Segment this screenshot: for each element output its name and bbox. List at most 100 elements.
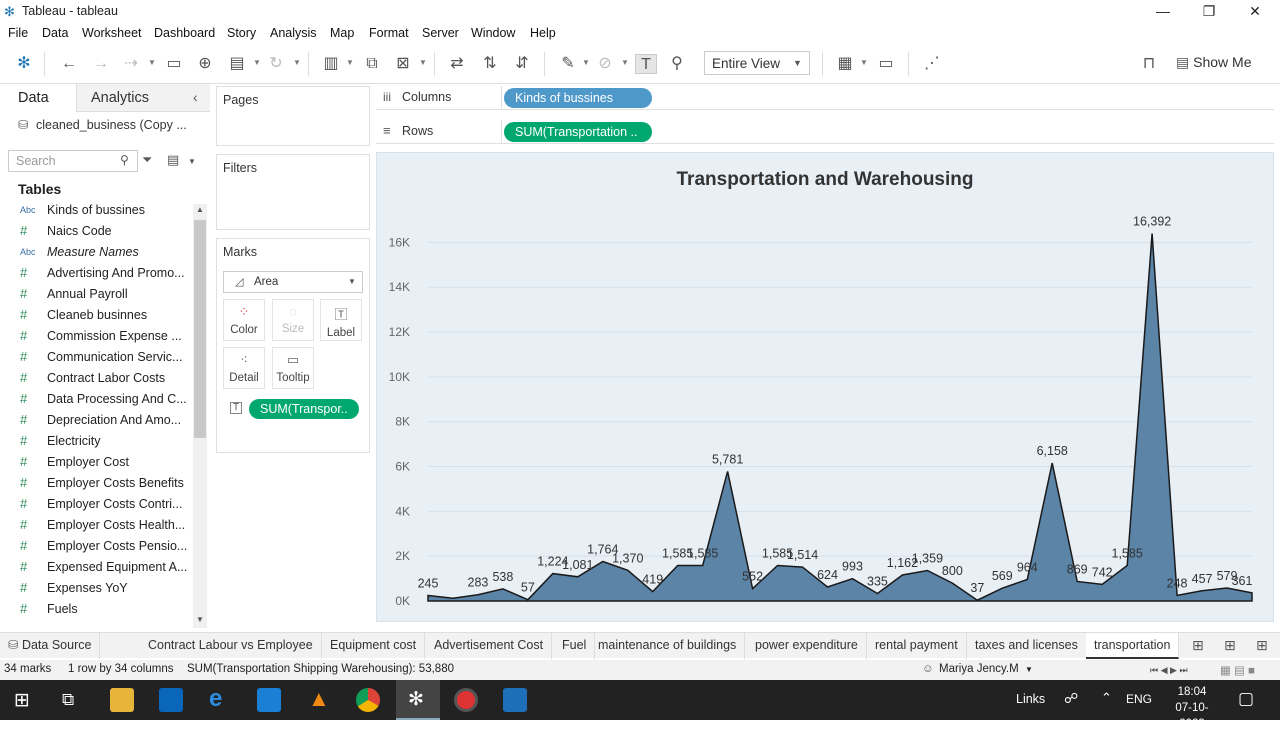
replay-icon[interactable]: ⇢: [120, 54, 142, 74]
size-button[interactable]: ◌Size: [272, 299, 314, 341]
new-worksheet-icon[interactable]: ▥: [320, 54, 342, 74]
chevron-down-icon[interactable]: ▼: [188, 157, 196, 166]
first-sheet-icon[interactable]: ⏮ ◀ ▶ ⏭: [1150, 665, 1188, 676]
show-cards-icon[interactable]: ▦: [834, 54, 856, 74]
show-labels-icon[interactable]: T: [635, 54, 657, 74]
tab-analytics[interactable]: Analytics ‹: [76, 84, 210, 112]
field-item[interactable]: #Naics Code: [20, 222, 190, 243]
color-button[interactable]: ⁘Color: [223, 299, 265, 341]
fix-axes-icon[interactable]: ⚲: [666, 54, 688, 74]
mark-type-dropdown[interactable]: ◿ Area ▼: [223, 271, 363, 293]
field-item[interactable]: #Fuels: [20, 600, 190, 621]
area-chart[interactable]: Transportation and Warehousing 0K2K4K6K8…: [376, 152, 1274, 622]
marks-pill-sum[interactable]: SUM(Transpor..: [249, 399, 359, 419]
tab-data[interactable]: Data: [0, 84, 76, 112]
new-worksheet-tab-icon[interactable]: ⊞: [1192, 637, 1204, 654]
view-size-dropdown[interactable]: Entire View ▼: [704, 51, 810, 75]
menu-worksheet[interactable]: Worksheet: [82, 26, 142, 40]
redo-icon[interactable]: →: [90, 54, 112, 74]
language-indicator[interactable]: ENG: [1126, 692, 1152, 706]
filter-icon[interactable]: ⏷: [142, 152, 152, 168]
links-toolbar[interactable]: Links: [1016, 692, 1045, 706]
status-user[interactable]: Mariya Jency.M: [939, 663, 1019, 675]
field-item[interactable]: #Expenses YoY: [20, 579, 190, 600]
sheet-tab[interactable]: maintenance of buildings: [590, 633, 745, 659]
search-input[interactable]: Search ⚲: [8, 150, 138, 172]
new-dashboard-tab-icon[interactable]: ⊞: [1224, 637, 1236, 654]
media-player-icon[interactable]: [454, 688, 478, 712]
duplicate-icon[interactable]: ⧉: [361, 54, 383, 74]
menu-story[interactable]: Story: [227, 26, 256, 40]
save-icon[interactable]: ▭: [163, 54, 185, 74]
vlc-icon[interactable]: ▲: [308, 686, 330, 712]
sort-ascending-icon[interactable]: ⇅: [479, 54, 501, 74]
new-datasource-icon[interactable]: ⊕: [194, 54, 216, 74]
tooltip-button[interactable]: ▭Tooltip: [272, 347, 314, 389]
highlight-icon[interactable]: ✎: [557, 54, 579, 74]
datasource-item[interactable]: ⛁ cleaned_business (Copy ...: [18, 117, 187, 132]
notifications-icon[interactable]: ▢: [1238, 689, 1254, 709]
field-item[interactable]: #Data Processing And C...: [20, 390, 190, 411]
rows-pill[interactable]: SUM(Transportation ..: [504, 122, 652, 142]
sheet-tab[interactable]: taxes and licenses: [967, 633, 1087, 659]
pages-card[interactable]: Pages: [216, 86, 370, 146]
menu-map[interactable]: Map: [330, 26, 354, 40]
menu-dashboard[interactable]: Dashboard: [154, 26, 215, 40]
field-item[interactable]: #Communication Servic...: [20, 348, 190, 369]
menu-analysis[interactable]: Analysis: [270, 26, 317, 40]
tableau-logo-icon[interactable]: ✻: [13, 54, 35, 74]
field-item[interactable]: #Employer Cost: [20, 453, 190, 474]
field-item[interactable]: #Advertising And Promo...: [20, 264, 190, 285]
menu-window[interactable]: Window: [471, 26, 515, 40]
people-icon[interactable]: ☍: [1064, 690, 1078, 707]
field-item[interactable]: AbcKinds of bussines: [20, 201, 190, 222]
field-item[interactable]: #Contract Labor Costs: [20, 369, 190, 390]
field-item[interactable]: #Employer Costs Benefits: [20, 474, 190, 495]
collapse-pane-icon[interactable]: ‹: [193, 89, 198, 105]
view-options-icon[interactable]: ▤: [167, 152, 179, 168]
field-item[interactable]: #Cleaneb businnes: [20, 306, 190, 327]
sheet-tab[interactable]: transportation: [1086, 633, 1179, 659]
scroll-up-icon[interactable]: ▲: [196, 205, 204, 214]
columns-pill[interactable]: Kinds of bussines: [504, 88, 652, 108]
undo-icon[interactable]: ←: [58, 54, 80, 74]
sheet-view-icons[interactable]: ▦ ▤ ■: [1220, 663, 1255, 677]
sheet-tab[interactable]: Contract Labour vs Employee: [140, 633, 322, 659]
store-icon[interactable]: [159, 688, 183, 712]
close-button[interactable]: ✕: [1232, 0, 1278, 22]
scrollbar-thumb[interactable]: [194, 220, 206, 438]
restore-button[interactable]: ❐: [1186, 0, 1232, 22]
sort-descending-icon[interactable]: ⇵: [511, 54, 533, 74]
field-item[interactable]: #Electricity: [20, 432, 190, 453]
system-clock[interactable]: 18:04 07-10-2023: [1163, 684, 1221, 732]
file-explorer-icon[interactable]: [110, 688, 134, 712]
menu-file[interactable]: File: [8, 26, 28, 40]
tray-chevron-icon[interactable]: ⌃: [1101, 690, 1112, 706]
clear-sheet-icon[interactable]: ⊠: [392, 54, 414, 74]
field-item[interactable]: #Employer Costs Health...: [20, 516, 190, 537]
show-me-button[interactable]: ▤ Show Me: [1176, 54, 1251, 71]
chevron-down-icon[interactable]: ▼: [1025, 665, 1033, 674]
presentation-mode-icon[interactable]: ▭: [875, 54, 897, 74]
minimize-button[interactable]: —: [1140, 0, 1186, 22]
sheet-tab[interactable]: Advertisement Cost: [426, 633, 552, 659]
data-source-tab[interactable]: ⛁ Data Source: [0, 633, 100, 659]
label-button[interactable]: 🅃Label: [320, 299, 362, 341]
menu-help[interactable]: Help: [530, 26, 556, 40]
field-item[interactable]: #Annual Payroll: [20, 285, 190, 306]
field-item[interactable]: AbcMeasure Names: [20, 243, 190, 264]
field-item[interactable]: #Expensed Equipment A...: [20, 558, 190, 579]
ask-data-icon[interactable]: ⊓: [1138, 54, 1160, 74]
sheet-tab[interactable]: power expenditure: [747, 633, 867, 659]
menu-format[interactable]: Format: [369, 26, 409, 40]
edge-icon[interactable]: e: [209, 685, 222, 713]
pause-updates-icon[interactable]: ▤: [226, 54, 248, 74]
swap-icon[interactable]: ⇄: [446, 54, 468, 74]
chrome-icon[interactable]: [356, 688, 380, 712]
filters-card[interactable]: Filters: [216, 154, 370, 230]
task-view-icon[interactable]: ⧉: [62, 690, 74, 710]
photos-icon[interactable]: [503, 688, 527, 712]
detail-button[interactable]: ⁖Detail: [223, 347, 265, 389]
group-icon[interactable]: ⊘: [594, 54, 616, 74]
field-item[interactable]: #Depreciation And Amo...: [20, 411, 190, 432]
